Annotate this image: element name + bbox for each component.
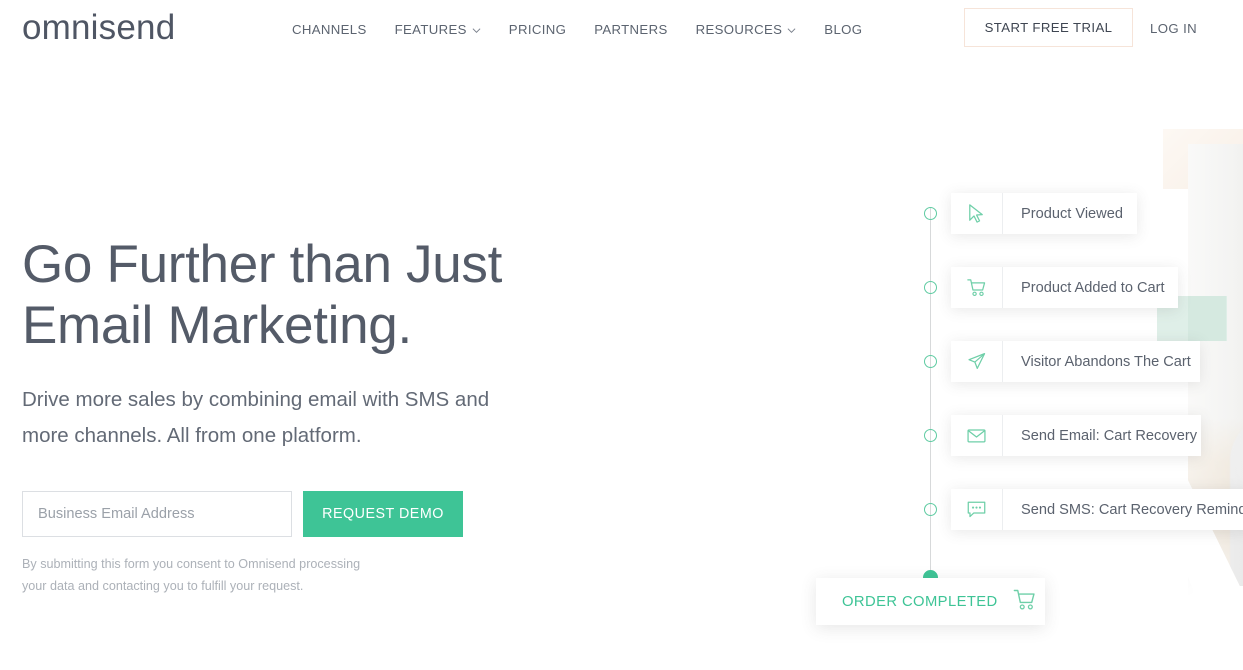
workflow-node-5 xyxy=(924,503,937,516)
nav-label-channels: CHANNELS xyxy=(292,22,367,37)
nav-item-features[interactable]: FEATURES xyxy=(395,22,481,37)
workflow-card-visitor-abandons-cart[interactable]: Visitor Abandons The Cart xyxy=(951,341,1200,382)
order-completed-label: ORDER COMPLETED xyxy=(842,593,998,610)
page-subtitle: Drive more sales by combining email with… xyxy=(22,382,542,454)
main-navigation: CHANNELS FEATURES PRICING PARTNERS RESOU… xyxy=(292,22,862,37)
site-header: omnisend CHANNELS FEATURES PRICING PARTN… xyxy=(0,0,1243,57)
decorative-mint-block-2 xyxy=(1188,296,1226,341)
omnisend-logo[interactable]: omnisend xyxy=(22,8,175,48)
nav-label-partners: PARTNERS xyxy=(594,22,668,37)
workflow-card-product-added-to-cart[interactable]: Product Added to Cart xyxy=(951,267,1178,308)
headline-line-1: Go Further than Just xyxy=(22,235,503,294)
nav-item-resources[interactable]: RESOURCES xyxy=(696,22,797,37)
workflow-card-label: Product Added to Cart xyxy=(1021,279,1165,296)
nav-item-pricing[interactable]: PRICING xyxy=(509,22,566,37)
workflow-connector-line xyxy=(930,208,931,578)
headline-line-2: Email Marketing. xyxy=(22,296,412,355)
fineprint-line-2: your data and contacting you to fulfill … xyxy=(22,579,304,593)
consent-fineprint: By submitting this form you consent to O… xyxy=(22,553,452,597)
landing-page: omnisend CHANNELS FEATURES PRICING PARTN… xyxy=(0,0,1243,670)
workflow-card-label: Send SMS: Cart Recovery Reminder xyxy=(1021,501,1243,518)
shopping-cart-icon xyxy=(1011,586,1038,618)
workflow-node-1 xyxy=(924,207,937,220)
nav-item-blog[interactable]: BLOG xyxy=(824,22,862,37)
workflow-card-label: Visitor Abandons The Cart xyxy=(1021,353,1191,370)
fineprint-line-1: By submitting this form you consent to O… xyxy=(22,557,361,571)
workflow-node-4 xyxy=(924,429,937,442)
subhead-line-2: more channels. All from one platform. xyxy=(22,424,362,447)
nav-label-blog: BLOG xyxy=(824,22,863,37)
nav-label-resources: RESOURCES xyxy=(695,22,783,37)
workflow-card-label: Send Email: Cart Recovery xyxy=(1021,427,1198,444)
workflow-node-3 xyxy=(924,355,937,368)
chevron-down-icon xyxy=(472,26,481,35)
shopping-cart-icon xyxy=(951,267,1003,308)
request-demo-label: REQUEST DEMO xyxy=(322,506,444,522)
workflow-card-send-email-cart-recovery[interactable]: Send Email: Cart Recovery xyxy=(951,415,1201,456)
workflow-card-label: Product Viewed xyxy=(1021,205,1123,222)
nav-label-pricing: PRICING xyxy=(508,22,567,37)
nav-item-channels[interactable]: CHANNELS xyxy=(292,22,367,37)
request-demo-button[interactable]: REQUEST DEMO xyxy=(303,491,463,537)
start-free-trial-button[interactable]: START FREE TRIAL xyxy=(964,8,1133,47)
hero-illustration xyxy=(560,0,1243,670)
order-completed-card[interactable]: ORDER COMPLETED xyxy=(816,578,1045,625)
log-in-link[interactable]: LOG IN xyxy=(1150,21,1197,36)
chat-bubble-dots-icon xyxy=(951,489,1003,530)
nav-label-features: FEATURES xyxy=(394,22,467,37)
chevron-down-icon xyxy=(787,26,796,35)
start-free-trial-label: START FREE TRIAL xyxy=(984,20,1113,35)
paper-plane-icon xyxy=(951,341,1003,382)
workflow-card-product-viewed[interactable]: Product Viewed xyxy=(951,193,1137,234)
workflow-card-send-sms-cart-recovery-reminder[interactable]: Send SMS: Cart Recovery Reminder xyxy=(951,489,1243,530)
cursor-pointer-icon xyxy=(951,193,1003,234)
subhead-line-1: Drive more sales by combining email with… xyxy=(22,388,490,411)
business-email-input[interactable] xyxy=(22,491,292,537)
page-title: Go Further than Just Email Marketing. xyxy=(22,234,542,356)
workflow-node-2 xyxy=(924,281,937,294)
nav-item-partners[interactable]: PARTNERS xyxy=(594,22,667,37)
envelope-icon xyxy=(951,415,1003,456)
